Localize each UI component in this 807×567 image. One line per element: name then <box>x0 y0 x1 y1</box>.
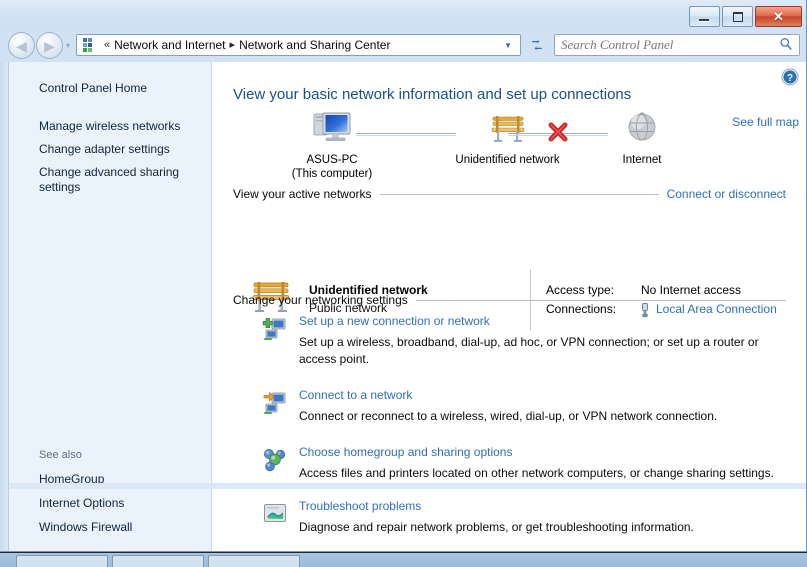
address-prefix-icon[interactable]: « <box>104 39 110 51</box>
status-strip <box>9 483 806 489</box>
search-input[interactable]: Search Control Panel <box>561 37 673 53</box>
connect-to-network-desc: Connect or reconnect to a wireless, wire… <box>299 409 718 423</box>
breadcrumb-network-and-internet[interactable]: Network and Internet <box>114 38 225 52</box>
page-title: View your basic network information and … <box>233 86 632 103</box>
network-name-label: Unidentified network <box>455 154 560 166</box>
address-bar[interactable]: « Network and Internet ▸ Network and Sha… <box>76 34 521 56</box>
troubleshoot-link[interactable]: Troubleshoot problems <box>299 499 421 513</box>
network-map-link-network-to-internet <box>508 122 608 142</box>
active-networks-title: View your active networks <box>233 187 372 201</box>
computer-sub-label: (This computer) <box>291 168 373 180</box>
breadcrumb-separator-icon[interactable]: ▸ <box>230 39 236 51</box>
minimize-icon <box>699 19 709 21</box>
connect-or-disconnect-link[interactable]: Connect or disconnect <box>667 187 786 201</box>
svg-text:?: ? <box>787 73 793 84</box>
taskbar-button[interactable] <box>112 555 204 567</box>
window-body: Control Panel Home Manage wireless netwo… <box>0 62 806 551</box>
networking-settings-title: Change your networking settings <box>233 293 408 307</box>
connect-to-network-icon <box>262 390 288 416</box>
address-bar-row: ◀ ▶ ▾ « Network and Internet ▸ Network a… <box>0 30 806 62</box>
network-map: ASUS-PC (This computer) Unidentified net… <box>212 110 806 180</box>
sidebar-item-manage-wireless-networks[interactable]: Manage wireless networks <box>39 119 180 134</box>
control-panel-window: ✕ ◀ ▶ ▾ « Network and Internet ▸ Network… <box>0 0 807 552</box>
section-rule <box>379 193 659 195</box>
refresh-icon <box>532 38 542 51</box>
network-map-node-computer[interactable]: ASUS-PC (This computer) <box>282 110 382 181</box>
active-networks-section-header: View your active networks Connect or dis… <box>233 187 786 201</box>
sidebar: Control Panel Home Manage wireless netwo… <box>9 62 212 551</box>
chevron-down-icon[interactable]: ▼ <box>504 41 512 50</box>
setup-new-connection-desc: Set up a wireless, broadband, dial-up, a… <box>299 335 759 366</box>
recent-pages-dropdown[interactable]: ▾ <box>66 41 70 50</box>
connect-to-network-link[interactable]: Connect to a network <box>299 388 412 402</box>
back-arrow-icon: ◀ <box>16 37 27 54</box>
sidebar-item-change-advanced-sharing-settings[interactable]: Change advanced sharing settings <box>39 165 189 195</box>
window-controls: ✕ <box>689 6 802 27</box>
help-icon: ? <box>781 68 799 86</box>
taskbar-button[interactable] <box>16 555 108 567</box>
taskbar-button[interactable] <box>208 555 300 567</box>
main-content: ? View your basic network information an… <box>212 62 806 551</box>
forward-button[interactable]: ▶ <box>36 32 63 59</box>
sidebar-item-windows-firewall[interactable]: Windows Firewall <box>39 520 132 535</box>
homegroup-desc: Access files and printers located on oth… <box>299 466 774 480</box>
see-full-map-link[interactable]: See full map <box>732 115 799 129</box>
close-icon: ✕ <box>773 9 784 24</box>
computer-name-label: ASUS-PC <box>306 154 358 166</box>
public-network-bench-icon <box>491 116 524 142</box>
title-bar: ✕ <box>0 0 806 30</box>
networking-settings-section-header: Change your networking settings <box>233 293 786 307</box>
maximize-icon <box>733 12 743 22</box>
internet-label: Internet <box>622 154 662 166</box>
homegroup-link[interactable]: Choose homegroup and sharing options <box>299 445 512 459</box>
left-rail <box>0 62 9 551</box>
internet-globe-icon <box>628 112 656 141</box>
refresh-button[interactable] <box>527 35 548 55</box>
search-box[interactable]: Search Control Panel <box>554 34 800 56</box>
section-rule <box>415 299 786 301</box>
setup-new-connection-link[interactable]: Set up a new connection or network <box>299 314 490 328</box>
breadcrumb-network-and-sharing-center[interactable]: Network and Sharing Center <box>239 38 390 52</box>
sidebar-item-change-adapter-settings[interactable]: Change adapter settings <box>39 142 170 157</box>
connection-error-x-icon <box>545 122 571 147</box>
close-button[interactable]: ✕ <box>755 6 802 27</box>
setup-new-connection-icon <box>262 316 288 342</box>
maximize-button[interactable] <box>722 6 753 27</box>
network-map-node-internet[interactable]: Internet <box>597 110 687 167</box>
forward-arrow-icon: ▶ <box>44 37 55 54</box>
back-button[interactable]: ◀ <box>8 32 35 59</box>
search-icon <box>779 37 793 54</box>
homegroup-icon <box>262 447 288 473</box>
navigation-buttons: ◀ ▶ ▾ <box>8 32 70 59</box>
troubleshoot-desc: Diagnose and repair network problems, or… <box>299 520 694 534</box>
sidebar-item-internet-options[interactable]: Internet Options <box>39 496 124 511</box>
see-also-heading: See also <box>39 449 82 461</box>
control-panel-icon <box>81 37 97 53</box>
computer-icon <box>313 112 351 141</box>
sidebar-item-control-panel-home[interactable]: Control Panel Home <box>39 81 147 96</box>
minimize-button[interactable] <box>689 6 720 27</box>
taskbar <box>0 552 807 567</box>
help-button[interactable]: ? <box>781 68 799 86</box>
troubleshoot-icon <box>262 501 288 527</box>
